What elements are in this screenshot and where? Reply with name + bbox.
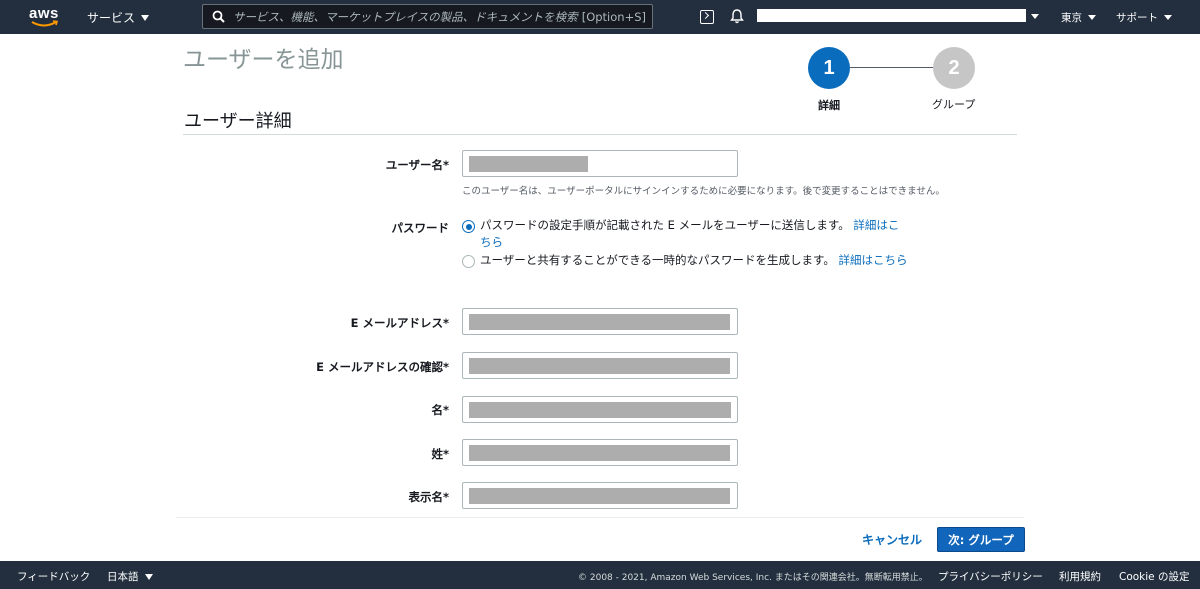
redacted-value (469, 358, 730, 374)
learn-more-link[interactable]: 詳細はこちら (839, 253, 908, 267)
step-2-label: グループ (932, 98, 976, 111)
caret-down-icon (1164, 15, 1172, 20)
support-label: サポート (1116, 12, 1158, 24)
cookie-settings-link[interactable]: Cookie の設定 (1119, 569, 1189, 584)
caret-down-icon (144, 573, 153, 580)
feedback-link[interactable]: フィードバック (17, 569, 90, 584)
support-menu[interactable]: サポート (1116, 10, 1172, 25)
password-option-generate-text: ユーザーと共有することができる一時的なパスワードを生成します。 (480, 253, 835, 267)
copyright-text: © 2008 - 2021, Amazon Web Services, Inc.… (578, 573, 928, 583)
username-label: ユーザー名* (385, 158, 449, 172)
top-navigation: aws サービス [Option+S] 東京 サポート (0, 0, 1200, 34)
username-field[interactable] (462, 150, 738, 177)
account-menu-redacted[interactable] (757, 9, 1026, 22)
email-field[interactable] (462, 308, 738, 335)
footer: フィードバック 日本語 © 2008 - 2021, Amazon Web Se… (0, 561, 1200, 589)
email-confirm-field[interactable] (462, 352, 738, 379)
step-1-label: 詳細 (818, 99, 840, 112)
services-label: サービス (87, 11, 136, 25)
aws-smile-icon (31, 20, 59, 27)
aws-logo[interactable]: aws (29, 5, 61, 29)
redacted-value (469, 488, 730, 504)
account-caret-down-icon[interactable] (1031, 14, 1039, 19)
radio-button-selected[interactable] (462, 220, 475, 233)
page-title: ユーザーを追加 (183, 47, 344, 73)
search-shortcut-hint: [Option+S] (581, 9, 646, 24)
search-box[interactable]: [Option+S] (202, 4, 653, 29)
search-input[interactable] (233, 9, 582, 24)
step-2-indicator: 2 (933, 47, 975, 89)
first-name-field[interactable] (462, 396, 738, 423)
username-hint: このユーザー名は、ユーザーポータルにサインインするために必要になります。後で変更… (462, 186, 945, 197)
radio-button[interactable] (462, 255, 475, 268)
caret-down-icon (141, 14, 150, 21)
cloudshell-icon[interactable] (700, 10, 714, 24)
password-option-email-text: パスワードの設定手順が記載された E メールをユーザーに送信します。 (480, 218, 850, 232)
privacy-policy-link[interactable]: プライバシーポリシー (938, 569, 1043, 584)
region-label: 東京 (1061, 12, 1082, 24)
first-name-label: 名* (431, 403, 449, 417)
divider (183, 134, 1017, 135)
redacted-value (469, 402, 731, 418)
last-name-field[interactable] (462, 439, 738, 466)
search-icon (212, 10, 225, 23)
last-name-label: 姓* (431, 447, 449, 461)
display-name-field[interactable] (462, 482, 738, 509)
region-selector[interactable]: 東京 (1061, 10, 1096, 25)
cancel-button[interactable]: キャンセル (862, 531, 922, 548)
services-menu[interactable]: サービス (87, 9, 150, 26)
display-name-label: 表示名* (408, 490, 449, 504)
terms-link[interactable]: 利用規約 (1059, 569, 1101, 584)
email-label: E メールアドレス* (350, 316, 449, 330)
language-selector[interactable]: 日本語 (107, 569, 153, 584)
password-label: パスワード (391, 221, 450, 235)
redacted-value (469, 314, 730, 330)
caret-down-icon (1088, 15, 1096, 20)
notifications-bell-icon[interactable] (730, 9, 744, 27)
divider (176, 517, 1024, 518)
next-groups-button[interactable]: 次: グループ (937, 527, 1025, 552)
redacted-value (469, 445, 730, 461)
language-label: 日本語 (107, 571, 139, 583)
email-confirm-label: E メールアドレスの確認* (316, 360, 449, 374)
step-1-indicator: 1 (808, 47, 850, 89)
section-title: ユーザー詳細 (184, 111, 292, 132)
stepper-connector (850, 67, 933, 68)
redacted-value (469, 156, 588, 172)
